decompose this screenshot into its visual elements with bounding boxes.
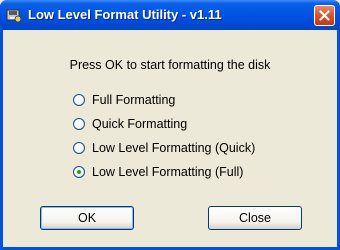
option-low-level-full[interactable]: Low Level Formatting (Full) bbox=[73, 164, 243, 180]
disk-utility-icon bbox=[6, 9, 22, 23]
prompt-text: Press OK to start formatting the disk bbox=[69, 58, 271, 72]
close-button[interactable]: Close bbox=[208, 206, 302, 230]
radio-button[interactable] bbox=[73, 118, 85, 130]
ok-button[interactable]: OK bbox=[40, 206, 134, 230]
window-title: Low Level Format Utility - v1.11 bbox=[28, 7, 222, 22]
dialog-body: Press OK to start formatting the disk Fu… bbox=[3, 30, 337, 247]
option-label: Low Level Formatting (Quick) bbox=[92, 141, 256, 155]
title-bar[interactable]: Low Level Format Utility - v1.11 bbox=[0, 0, 340, 30]
radio-button-selected[interactable] bbox=[73, 166, 85, 178]
option-quick-formatting[interactable]: Quick Formatting bbox=[73, 116, 187, 132]
option-label: Quick Formatting bbox=[92, 117, 188, 131]
option-label: Full Formatting bbox=[92, 93, 176, 107]
radio-button[interactable] bbox=[73, 142, 85, 154]
radio-button[interactable] bbox=[73, 94, 85, 106]
dialog-window: Low Level Format Utility - v1.11 Press O… bbox=[0, 0, 340, 250]
option-full-formatting[interactable]: Full Formatting bbox=[73, 92, 175, 108]
window-close-button[interactable] bbox=[314, 5, 335, 26]
option-label: Low Level Formatting (Full) bbox=[92, 165, 244, 179]
close-icon bbox=[319, 10, 330, 21]
option-low-level-quick[interactable]: Low Level Formatting (Quick) bbox=[73, 140, 255, 156]
